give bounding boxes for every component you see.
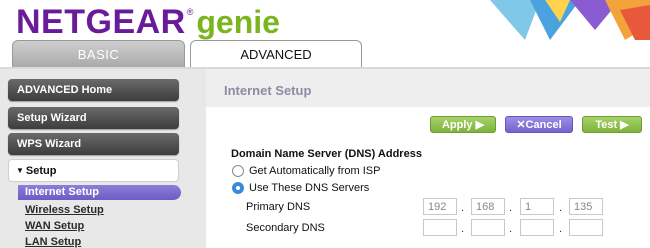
primary-dns-octet-2[interactable]: [471, 198, 505, 215]
router-admin-page: NETGEAR ® genie BASIC ADVANCED ADVANCED …: [0, 0, 650, 248]
secondary-dns-octet-3[interactable]: [520, 219, 554, 236]
ip-separator: .: [509, 223, 513, 235]
logo-genie-text: genie: [196, 4, 280, 40]
logo-registered-mark: ®: [186, 7, 194, 17]
sidebar-item-setup-label: Setup: [25, 164, 57, 177]
apply-button[interactable]: Apply ▶: [430, 116, 496, 133]
dns-auto-label: Get Automatically from ISP: [249, 165, 381, 177]
dns-manual-option[interactable]: Use These DNS Servers: [232, 181, 369, 195]
top-tabs: BASIC ADVANCED: [0, 40, 650, 68]
sidebar-item-setup[interactable]: ▼ Setup: [8, 159, 179, 182]
primary-dns-label: Primary DNS: [246, 201, 311, 213]
secondary-dns-octet-1[interactable]: [423, 219, 457, 236]
ip-separator: .: [559, 223, 563, 235]
sidebar-subitem-wan-setup[interactable]: WAN Setup: [25, 219, 84, 233]
sidebar-subitem-wireless-setup[interactable]: Wireless Setup: [25, 203, 104, 217]
page-title: Internet Setup: [224, 83, 312, 98]
ip-separator: .: [461, 202, 465, 214]
dns-auto-option[interactable]: Get Automatically from ISP: [232, 164, 380, 178]
secondary-dns-label: Secondary DNS: [246, 222, 325, 234]
dns-manual-radio[interactable]: [232, 182, 244, 194]
sidebar-item-advanced-home[interactable]: ADVANCED Home: [8, 79, 179, 101]
chevron-down-icon: ▼: [16, 166, 24, 175]
ip-separator: .: [509, 202, 513, 214]
primary-dns-octet-1[interactable]: [423, 198, 457, 215]
dns-section-heading: Domain Name Server (DNS) Address: [231, 148, 422, 160]
sidebar-item-setup-wizard[interactable]: Setup Wizard: [8, 107, 179, 129]
cancel-button[interactable]: ✕Cancel: [505, 116, 573, 133]
sidebar-subitem-internet-setup[interactable]: Internet Setup: [18, 185, 181, 200]
secondary-dns-octet-4[interactable]: [569, 219, 603, 236]
dns-manual-label: Use These DNS Servers: [249, 182, 370, 194]
primary-dns-octet-3[interactable]: [520, 198, 554, 215]
tab-advanced[interactable]: ADVANCED: [190, 40, 362, 68]
sidebar: ADVANCED Home Setup Wizard WPS Wizard ▼ …: [0, 69, 206, 248]
main-panel: Internet Setup Apply ▶ ✕Cancel Test ▶ Do…: [206, 69, 650, 248]
dns-auto-radio[interactable]: [232, 165, 244, 177]
logo-netgear-text: NETGEAR: [16, 3, 186, 41]
test-button[interactable]: Test ▶: [582, 116, 642, 133]
ip-separator: .: [559, 202, 563, 214]
secondary-dns-octet-2[interactable]: [471, 219, 505, 236]
decorative-color-shards-icon: [490, 0, 650, 40]
tab-basic[interactable]: BASIC: [12, 40, 185, 68]
primary-dns-octet-4[interactable]: [569, 198, 603, 215]
title-bar: Internet Setup: [206, 69, 650, 107]
header: NETGEAR ® genie: [0, 0, 650, 42]
sidebar-item-wps-wizard[interactable]: WPS Wizard: [8, 133, 179, 155]
ip-separator: .: [461, 223, 465, 235]
sidebar-subitem-lan-setup[interactable]: LAN Setup: [25, 235, 81, 248]
netgear-genie-logo: NETGEAR ® genie: [16, 4, 280, 40]
